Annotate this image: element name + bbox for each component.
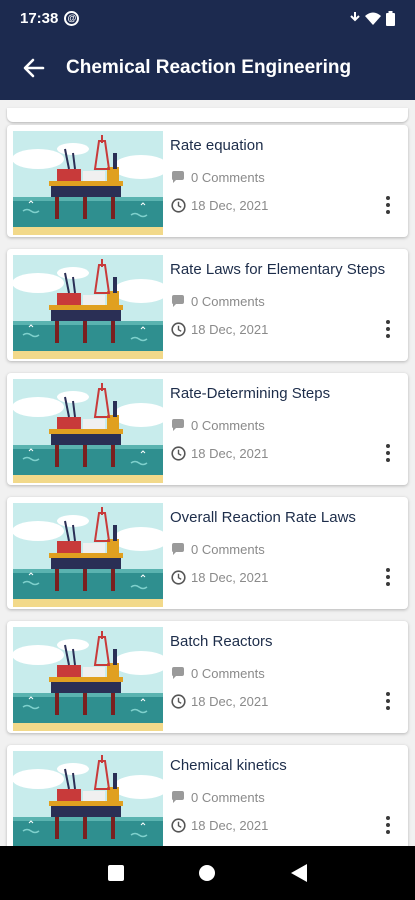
comment-icon — [170, 789, 186, 805]
post-title: Rate equation — [170, 137, 264, 154]
date-meta: 18 Dec, 2021 — [170, 321, 268, 337]
comment-count: 0 Comments — [191, 169, 265, 185]
post-card[interactable]: Rate Laws for Elementary Steps 0 Comment… — [7, 249, 408, 361]
comment-icon — [170, 169, 186, 185]
post-date: 18 Dec, 2021 — [191, 693, 269, 709]
more-options-button[interactable] — [378, 563, 398, 591]
date-meta: 18 Dec, 2021 — [170, 445, 268, 461]
post-thumbnail — [13, 627, 163, 731]
post-title: Rate-Determining Steps — [170, 385, 331, 402]
comment-count: 0 Comments — [191, 789, 265, 805]
clock-icon — [170, 693, 186, 709]
post-card[interactable]: Rate equation 0 Comments 18 Dec, 2021 — [7, 125, 408, 237]
recents-button[interactable] — [96, 853, 136, 893]
status-time: 17:38 — [20, 9, 59, 27]
post-thumbnail — [13, 503, 163, 607]
circle-icon — [199, 865, 216, 881]
battery-icon — [386, 10, 395, 26]
do-not-disturb-icon — [350, 12, 360, 22]
page-title: Chemical Reaction Engineering — [66, 57, 352, 78]
post-card[interactable]: Rate-Determining Steps 0 Comments 18 Dec… — [7, 373, 408, 485]
post-thumbnail — [13, 131, 163, 235]
comments-meta: 0 Comments — [170, 169, 265, 185]
previous-card-edge — [7, 108, 408, 122]
triangle-back-icon — [291, 864, 308, 882]
comments-meta: 0 Comments — [170, 417, 265, 433]
post-thumbnail — [13, 255, 163, 359]
comment-count: 0 Comments — [191, 293, 265, 309]
comment-count: 0 Comments — [191, 665, 265, 681]
square-icon — [107, 865, 124, 881]
post-date: 18 Dec, 2021 — [191, 569, 269, 585]
comment-icon — [170, 665, 186, 681]
more-vert-icon — [386, 692, 390, 696]
more-vert-icon — [386, 568, 390, 572]
comment-count: 0 Comments — [191, 417, 265, 433]
comment-icon — [170, 293, 186, 309]
clock-icon — [170, 817, 186, 833]
system-navigation-bar — [0, 846, 415, 900]
post-card[interactable]: Overall Reaction Rate Laws 0 Comments 18… — [7, 497, 408, 609]
more-vert-icon — [386, 444, 390, 448]
comments-meta: 0 Comments — [170, 541, 265, 557]
post-list[interactable]: Rate equation 0 Comments 18 Dec, 2021 Ra… — [0, 100, 415, 846]
more-options-button[interactable] — [378, 687, 398, 715]
back-button[interactable] — [20, 54, 48, 82]
status-bar: 17:38 @ — [0, 0, 415, 36]
date-meta: 18 Dec, 2021 — [170, 817, 268, 833]
more-vert-icon — [386, 196, 390, 200]
post-title: Overall Reaction Rate Laws — [170, 509, 356, 526]
arrow-back-icon — [23, 58, 45, 78]
home-button[interactable] — [187, 853, 227, 893]
post-date: 18 Dec, 2021 — [191, 321, 269, 337]
clock-icon — [170, 445, 186, 461]
post-title: Batch Reactors — [170, 633, 273, 650]
post-date: 18 Dec, 2021 — [191, 817, 269, 833]
comment-icon — [170, 417, 186, 433]
date-meta: 18 Dec, 2021 — [170, 569, 268, 585]
post-date: 18 Dec, 2021 — [191, 197, 269, 213]
post-thumbnail — [13, 379, 163, 483]
post-card[interactable]: Batch Reactors 0 Comments 18 Dec, 2021 — [7, 621, 408, 733]
more-options-button[interactable] — [378, 439, 398, 467]
more-vert-icon — [386, 816, 390, 820]
clock-icon — [170, 569, 186, 585]
more-vert-icon — [386, 320, 390, 324]
date-meta: 18 Dec, 2021 — [170, 197, 268, 213]
clock-icon — [170, 321, 186, 337]
more-options-button[interactable] — [378, 191, 398, 219]
post-card[interactable]: Chemical kinetics 0 Comments 18 Dec, 202… — [7, 745, 408, 846]
comments-meta: 0 Comments — [170, 665, 265, 681]
comment-count: 0 Comments — [191, 541, 265, 557]
more-options-button[interactable] — [378, 811, 398, 839]
at-symbol-icon: @ — [64, 10, 80, 26]
app-bar: Chemical Reaction Engineering — [0, 36, 415, 100]
wifi-icon — [365, 12, 381, 25]
back-nav-button[interactable] — [279, 853, 319, 893]
more-options-button[interactable] — [378, 315, 398, 343]
post-date: 18 Dec, 2021 — [191, 445, 269, 461]
post-thumbnail — [13, 751, 163, 846]
date-meta: 18 Dec, 2021 — [170, 693, 268, 709]
post-title: Rate Laws for Elementary Steps — [170, 261, 386, 278]
comments-meta: 0 Comments — [170, 293, 265, 309]
post-title: Chemical kinetics — [170, 757, 287, 774]
comments-meta: 0 Comments — [170, 789, 265, 805]
status-icons — [350, 10, 395, 26]
clock-icon — [170, 197, 186, 213]
comment-icon — [170, 541, 186, 557]
